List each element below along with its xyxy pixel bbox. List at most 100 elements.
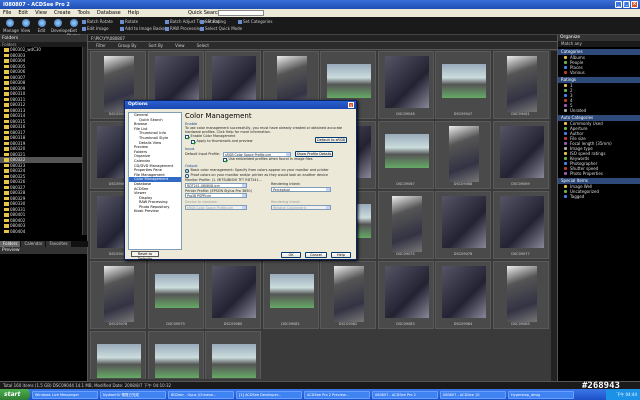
toolbar-edit-image[interactable]: Edit Image	[82, 26, 109, 31]
special-item-item[interactable]: Tagged	[558, 194, 640, 199]
rendering-intent-select[interactable]: Perceptual	[271, 186, 331, 192]
folder-label: 080303	[10, 52, 26, 58]
toolbar-add-to-image-basket[interactable]: Add to Image Basket	[120, 26, 167, 31]
menu-tools[interactable]: Tools	[78, 10, 90, 16]
help-button[interactable]: Help	[331, 252, 351, 258]
menu-view[interactable]: View	[35, 10, 47, 16]
thumbnail-cell[interactable]: DSC09068	[435, 121, 491, 189]
thumbnail-image	[154, 344, 199, 378]
folder-tree-item[interactable]: 080404	[0, 229, 87, 235]
mode-developer[interactable]: Developer	[51, 19, 72, 33]
device-intent-select[interactable]: Relative Colorimetric	[271, 205, 331, 211]
rating-item[interactable]: Unrated	[558, 108, 640, 113]
thumbnail-cell[interactable]: DSC09088	[205, 331, 261, 379]
folder-label: 080325	[10, 173, 26, 179]
use-embedded-profiles-checkbox[interactable]: Use embedded profiles when found in imag…	[185, 157, 355, 162]
maximize-icon[interactable]: □	[623, 1, 630, 8]
toolbar-rotate[interactable]: Rotate	[120, 19, 138, 24]
menu-help[interactable]: Help	[128, 10, 139, 16]
start-button[interactable]: start	[0, 389, 30, 400]
device-profile-select[interactable]: sRGB Color Space Profile.icm	[185, 205, 247, 211]
folder-icon	[4, 191, 9, 195]
filter-bar-filter[interactable]: Filter	[96, 42, 106, 49]
thumbnail-cell[interactable]: DSC09076	[435, 191, 491, 259]
thumbnail-cell[interactable]: DSC09075	[377, 191, 434, 259]
default-srgb-button[interactable]: Default to sRGB	[315, 137, 347, 144]
menu-database[interactable]: Database	[97, 10, 121, 16]
toolbar-set-rating[interactable]: Set Rating	[200, 19, 226, 24]
thumbnail-image	[154, 274, 199, 308]
taskbar-button[interactable]: 080807 - ACDSee Pro 2	[372, 390, 438, 399]
monitor-profile-select[interactable]: RDT241-080808.icm	[185, 183, 247, 189]
taskbar-button[interactable]: NydianHU 預覽已完成	[100, 390, 166, 399]
thumbnail-cell[interactable]: DSC09082	[320, 261, 376, 329]
thumbnail-cell[interactable]: DSC09085	[492, 261, 549, 329]
taskbar-button[interactable]: [1] ACDSee Developer...	[236, 390, 302, 399]
menu-create[interactable]: Create	[54, 10, 71, 16]
thumbnail-cell[interactable]: DSC09046	[377, 51, 434, 119]
mode-manage[interactable]: Manage	[3, 19, 19, 33]
default-input-profile-select[interactable]: sRGB Color Space Profile.icm	[223, 151, 291, 157]
thumbnail-cell[interactable]: DSC09067	[377, 121, 434, 189]
options-tree-label: General	[134, 113, 149, 117]
thumbnail-caption: DSC09085	[511, 322, 530, 326]
thumbnail-image	[97, 344, 141, 378]
folders-scrollbar[interactable]	[82, 47, 87, 235]
printer-profile-select[interactable]: Pro38 PSPP.icm	[185, 193, 247, 199]
taskbar-button[interactable]: Hyperstep_desig	[508, 390, 574, 399]
filter-bar-select[interactable]: Select	[197, 42, 209, 49]
folder-icon	[4, 213, 9, 217]
thumbnail-cell[interactable]: DSC09086	[90, 331, 146, 379]
category-icon	[564, 66, 567, 69]
category-icon	[564, 71, 567, 74]
toolbar-item-label: Batch Rotate	[87, 19, 113, 24]
match-any-select[interactable]: Match any	[558, 41, 640, 47]
thumbnail-cell[interactable]: DSC09078	[90, 261, 146, 329]
special-item-icon	[564, 185, 567, 188]
toolbar-raw-processing[interactable]: RAW Processing	[165, 26, 202, 31]
mode-edit[interactable]: Edit	[35, 19, 48, 33]
thumbnail-cell[interactable]: DSC09084	[435, 261, 491, 329]
filter-bar-view[interactable]: View	[175, 42, 185, 49]
thumbnail-caption: DSC09068	[453, 182, 473, 186]
ok-button[interactable]: OK	[281, 252, 301, 258]
thumbnail-cell[interactable]: DSC09077	[492, 191, 549, 259]
reset-to-defaults-button[interactable]: Reset to Defaults	[131, 251, 159, 261]
thumbnail-cell[interactable]: DSC09083	[377, 261, 434, 329]
cancel-button[interactable]: Cancel	[305, 252, 327, 258]
taskbar-button[interactable]: ACDSee Pro 2 Preview...	[304, 390, 370, 399]
thumbnail-cell[interactable]: DSC09047	[435, 51, 491, 119]
toolbar-set-categories[interactable]: Set Categories	[238, 19, 272, 24]
taskbar-button[interactable]: 8D2ebr - Opus (Chinese...	[168, 390, 234, 399]
category-item[interactable]: Various	[558, 70, 640, 75]
taskbar-button[interactable]: 080807 - ACDSee 10	[440, 390, 506, 399]
thumbnail-cell[interactable]: DSC09079	[147, 261, 204, 329]
menu-edit[interactable]: Edit	[18, 10, 28, 16]
options-tree-label: Viewer	[134, 191, 147, 196]
developer-icon	[53, 19, 62, 27]
toolbar-batch-rotate[interactable]: Batch Rotate	[82, 19, 113, 24]
folder-label: 080313	[10, 107, 26, 113]
minimize-icon[interactable]: _	[615, 1, 622, 8]
show-profile-details-button[interactable]: Show Profile Details	[295, 151, 333, 158]
taskbar-button[interactable]: Windows Live Messenger	[32, 390, 98, 399]
thumbnail-cell[interactable]: DSC09069	[492, 121, 549, 189]
quick-search-input[interactable]	[218, 10, 264, 16]
mode-view[interactable]: View	[19, 19, 32, 33]
close-icon[interactable]: ×	[631, 1, 638, 8]
thumbnail-cell[interactable]: DSC09080	[205, 261, 261, 329]
path-bar[interactable]: F:\PIC\YY\080807	[88, 35, 557, 42]
menu-file[interactable]: File	[3, 10, 11, 16]
thumbnail-cell[interactable]: DSC09061	[492, 51, 549, 119]
filter-bar-sort-by[interactable]: Sort By	[148, 42, 163, 49]
thumbnail-caption: DSC09077	[511, 252, 530, 256]
special-item-icon	[564, 190, 567, 193]
folder-label: 080308	[10, 80, 26, 85]
filter-bar-group-by[interactable]: Group By	[118, 42, 137, 49]
toolbar-select-quick-mode[interactable]: Select Quick Mode	[200, 26, 242, 31]
thumbnail-cell[interactable]: DSC09081	[262, 261, 319, 329]
options-tree-item[interactable]: Kiosk Preview	[129, 209, 181, 214]
thumbnail-cell[interactable]: DSC09087	[147, 331, 204, 379]
dialog-close-icon[interactable]: ×	[348, 102, 354, 108]
auto-category-item[interactable]: Photo Properties	[558, 171, 640, 176]
